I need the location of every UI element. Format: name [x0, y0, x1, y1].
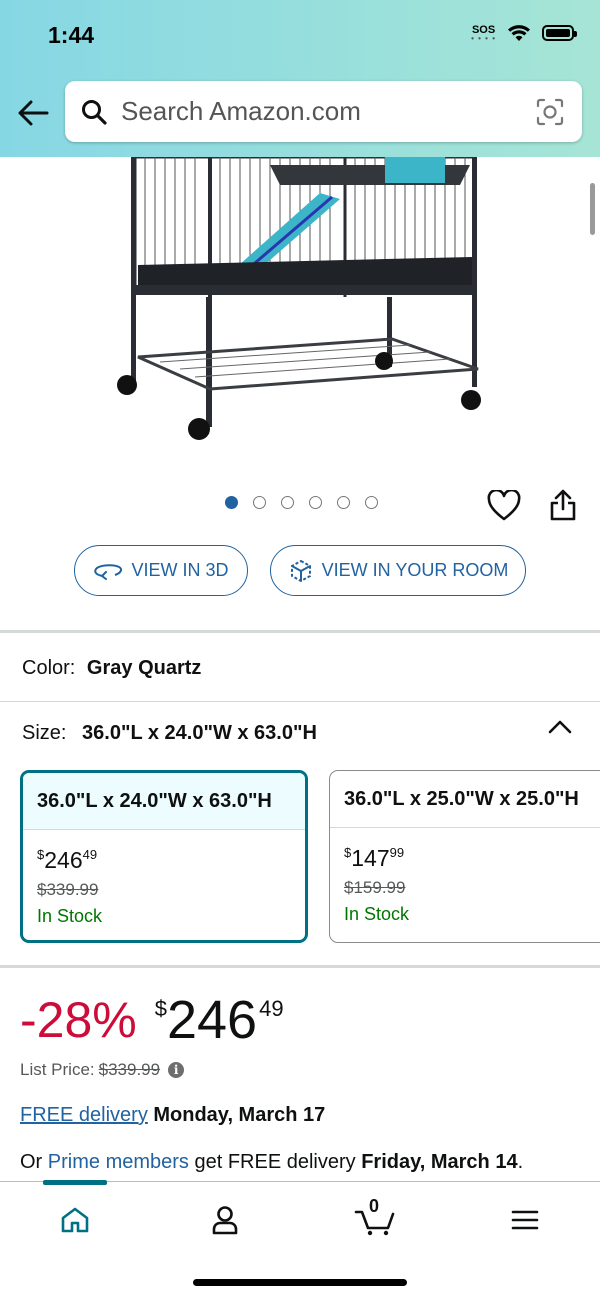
list-price-label: List Price: [20, 1060, 95, 1079]
wifi-icon [508, 24, 530, 41]
search-bar[interactable] [65, 81, 582, 142]
size-option-name: 36.0"L x 24.0"W x 63.0"H [23, 773, 305, 830]
view-in-3d-button[interactable]: VIEW IN 3D [74, 545, 248, 596]
prime-date: Friday, March 14 [361, 1151, 518, 1173]
size-selector-header[interactable]: Size: 36.0"L x 24.0"W x 63.0"H [22, 722, 317, 745]
home-indicator[interactable] [193, 1279, 407, 1286]
view-in-3d-label: VIEW IN 3D [131, 560, 229, 580]
info-icon[interactable]: i [168, 1062, 185, 1078]
image-pager[interactable] [225, 496, 378, 509]
size-option-price: $246 49 [37, 847, 98, 873]
pager-dot-active[interactable] [225, 496, 238, 509]
size-option-selected[interactable]: 36.0"L x 24.0"W x 63.0"H $246 49 $339.99 … [20, 770, 308, 943]
size-option-name: 36.0"L x 25.0"W x 25.0"H [330, 771, 600, 828]
home-icon [61, 1207, 89, 1233]
sos-indicator: SOS • • • • [471, 24, 496, 43]
size-option-stock: In Stock [344, 904, 410, 924]
bottom-nav: 0 [0, 1180, 600, 1299]
price-whole: 246 [166, 990, 258, 1050]
header: 1:44 SOS • • • • [0, 0, 600, 157]
chevron-up-icon[interactable] [546, 716, 574, 738]
price-fraction: 49 [259, 996, 284, 1021]
search-icon [79, 97, 109, 127]
prime-members-link[interactable]: Prime members [48, 1151, 189, 1173]
delivery-info: FREE delivery Monday, March 17 [20, 1104, 325, 1127]
main-price: -28% $ 246 49 [20, 990, 284, 1050]
prime-suffix: . [517, 1151, 524, 1173]
active-tab-indicator [43, 1180, 107, 1185]
nav-account[interactable] [195, 1200, 255, 1240]
ar-room-icon [290, 559, 311, 582]
pager-dot[interactable] [253, 496, 266, 509]
color-label: Color: [22, 657, 76, 679]
account-icon [212, 1206, 238, 1235]
pager-dot[interactable] [365, 496, 378, 509]
color-value: Gray Quartz [86, 657, 202, 679]
size-option[interactable]: 36.0"L x 25.0"W x 25.0"H $147 99 $159.99 … [329, 770, 600, 943]
prime-middle: get FREE delivery [194, 1151, 356, 1173]
pager-dot[interactable] [309, 496, 322, 509]
free-delivery-link[interactable]: FREE delivery [20, 1104, 148, 1126]
pager-dot[interactable] [281, 496, 294, 509]
list-price-value: $339.99 [98, 1060, 161, 1079]
discount-percent: -28% [20, 992, 137, 1048]
pager-dot[interactable] [337, 496, 350, 509]
battery-icon [542, 25, 577, 41]
divider [0, 701, 600, 702]
nav-cart[interactable]: 0 [345, 1196, 405, 1240]
cart-count: 0 [369, 1196, 380, 1216]
camera-icon[interactable] [534, 96, 566, 128]
menu-icon [511, 1210, 539, 1230]
scrollbar[interactable] [590, 183, 595, 235]
product-image[interactable] [100, 155, 500, 447]
size-value: 36.0"L x 24.0"W x 63.0"H [82, 722, 317, 744]
delivery-date: Monday, March 17 [153, 1104, 326, 1126]
share-icon[interactable] [548, 488, 578, 522]
status-time: 1:44 [48, 22, 95, 48]
section-divider [0, 965, 600, 968]
size-option-list-price: $339.99 [37, 880, 99, 899]
size-label: Size: [22, 722, 67, 744]
color-selector: Color: Gray Quartz [22, 657, 201, 680]
search-input[interactable] [109, 96, 534, 127]
view-3d-icon [94, 563, 123, 580]
size-option-price: $147 99 [344, 845, 405, 871]
heart-icon[interactable] [487, 488, 521, 522]
prime-delivery-info: Or Prime members get FREE delivery Frida… [20, 1151, 523, 1174]
size-option-list-price: $159.99 [344, 878, 406, 897]
view-in-room-label: VIEW IN YOUR ROOM [321, 560, 509, 580]
view-in-room-button[interactable]: VIEW IN YOUR ROOM [270, 545, 526, 596]
nav-menu[interactable] [495, 1200, 555, 1240]
nav-home[interactable] [45, 1200, 105, 1240]
size-option-stock: In Stock [37, 906, 103, 926]
list-price: List Price: $339.99 i [20, 1060, 185, 1080]
price-symbol: $ [154, 996, 167, 1021]
prime-prefix: Or [20, 1151, 43, 1173]
status-icons: SOS • • • • [471, 24, 577, 43]
back-arrow-icon[interactable] [14, 94, 52, 132]
section-divider [0, 630, 600, 633]
